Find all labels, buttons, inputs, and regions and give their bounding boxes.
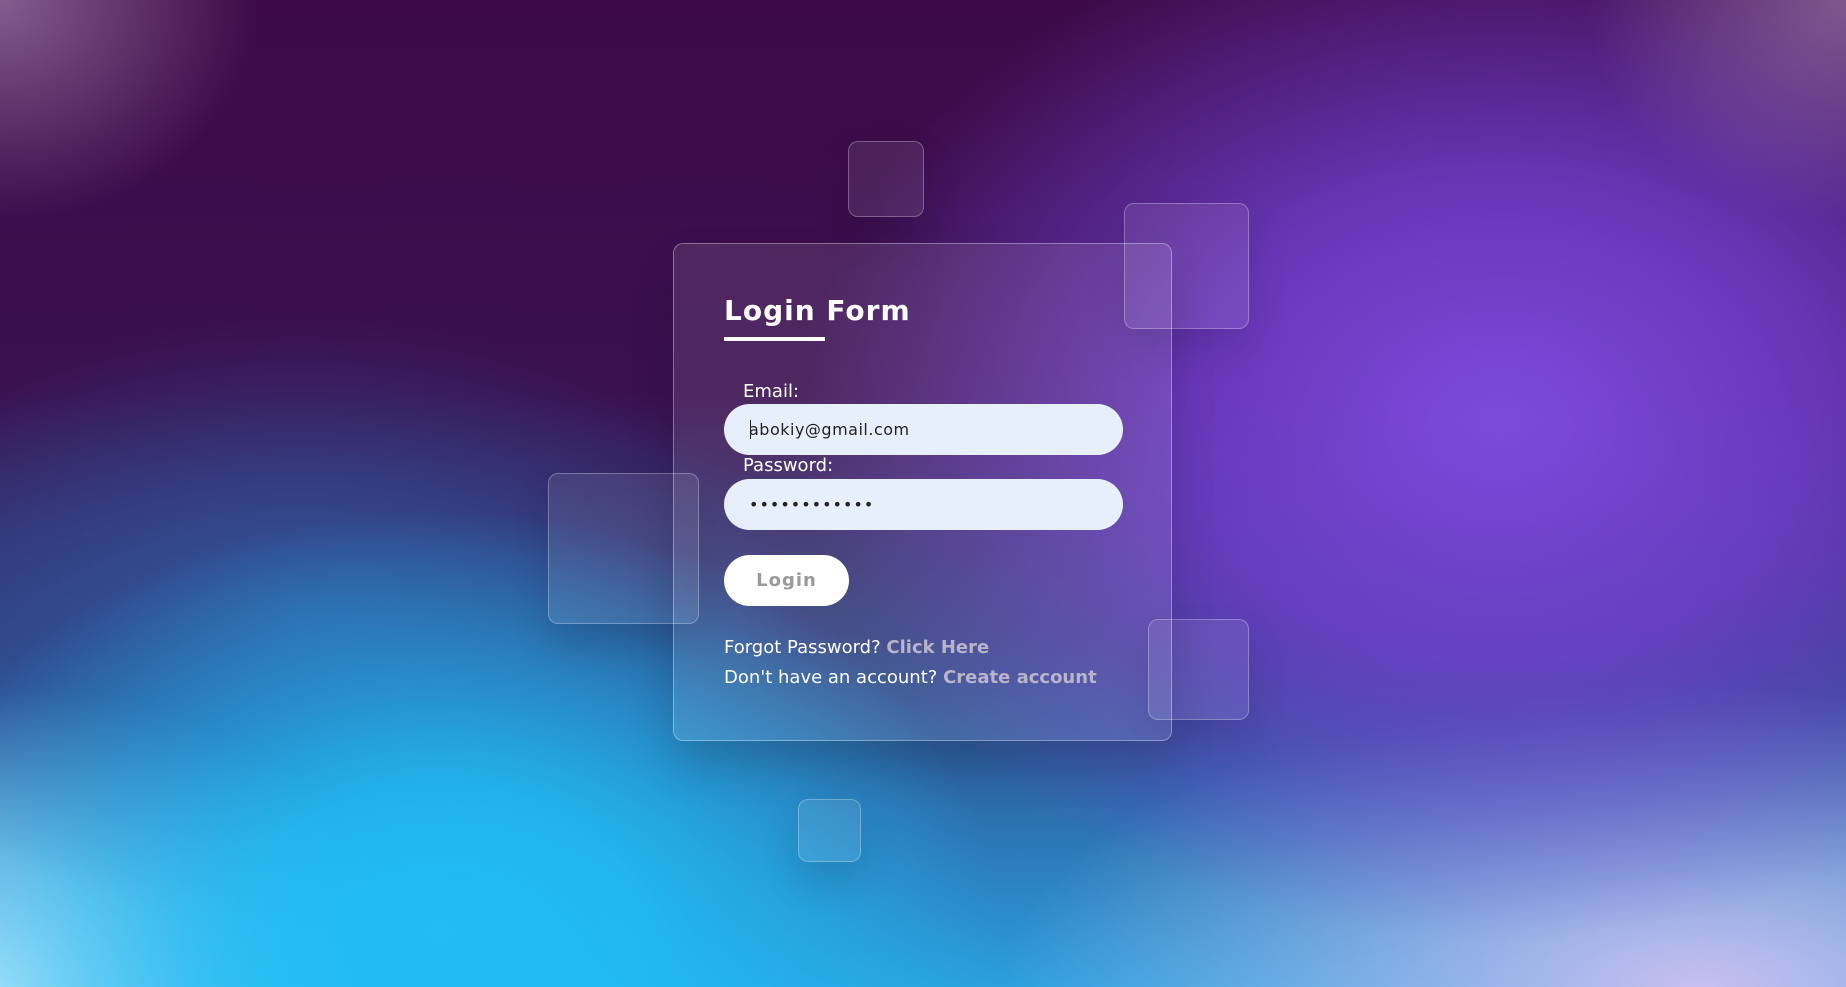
forgot-password-link[interactable]: Click Here [886,637,989,658]
password-field[interactable] [724,479,1123,530]
create-account-link[interactable]: Create account [943,667,1097,688]
email-field[interactable] [724,404,1123,455]
password-label: Password: [743,455,834,476]
forgot-password-text: Forgot Password? [724,637,881,658]
email-label: Email: [743,381,800,402]
text-caret [750,420,751,439]
signup-text: Don't have an account? [724,667,938,688]
title-underline [724,337,825,341]
decorative-square [798,799,861,862]
login-button[interactable]: Login [724,555,849,606]
login-card: Login Form Email: Password: Login Forgot… [673,243,1172,741]
form-title: Login Form [724,294,911,327]
signup-line: Don't have an account? Create account [724,667,1097,688]
decorative-square [848,141,924,217]
forgot-password-line: Forgot Password? Click Here [724,637,989,658]
